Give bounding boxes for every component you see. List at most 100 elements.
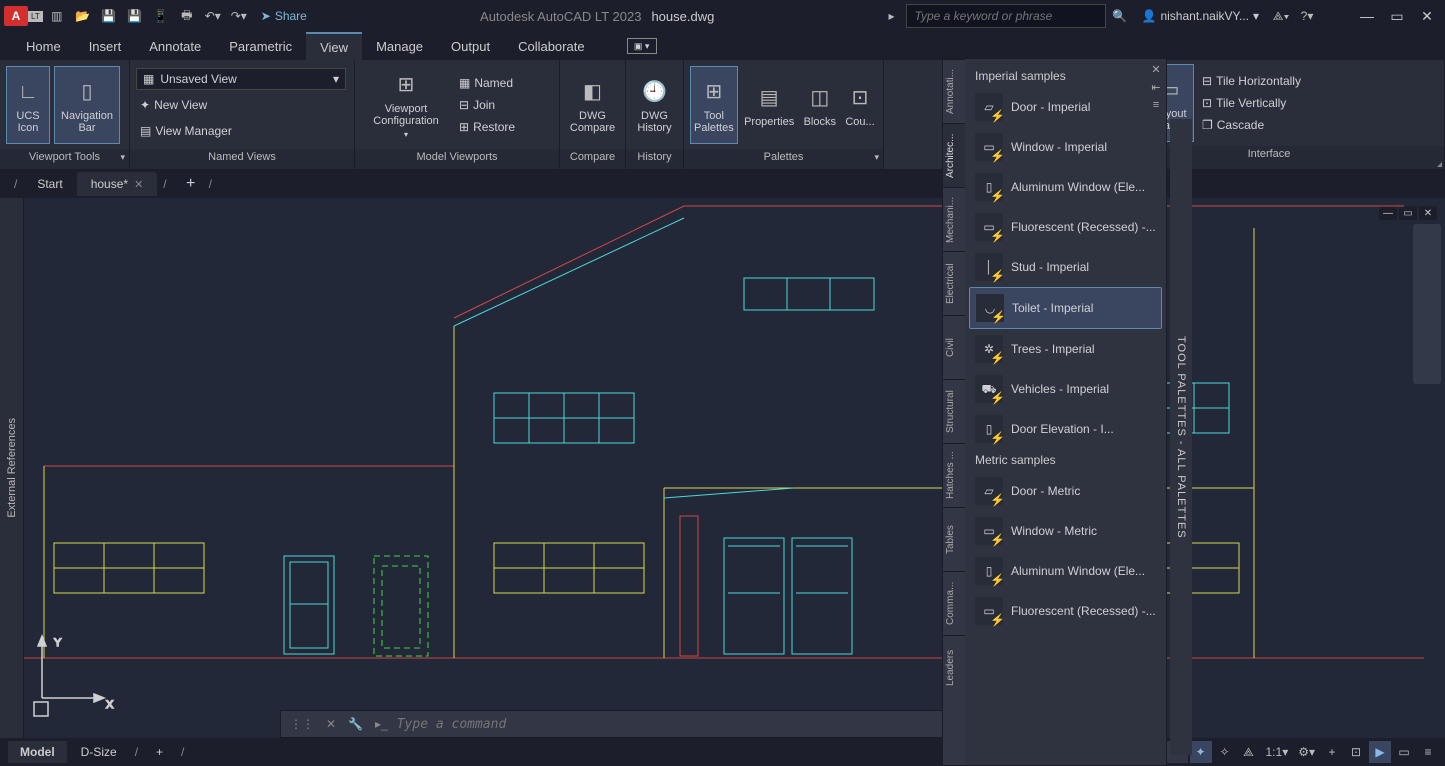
status-ortho-icon[interactable]: ✦	[1190, 741, 1212, 763]
palette-tab-annotation[interactable]: Annotati...	[943, 59, 965, 123]
minimize-button[interactable]: ―	[1353, 2, 1381, 30]
share-button[interactable]: ➤ Share	[253, 9, 315, 23]
named-viewports-button[interactable]: ▦Named	[455, 72, 519, 94]
navigation-bar-button[interactable]: ▯ Navigation Bar	[54, 66, 120, 144]
palette-item[interactable]: ▭⚡Fluorescent (Recessed) -...	[969, 591, 1162, 631]
tool-palettes-button[interactable]: ⊞ Tool Palettes	[690, 66, 738, 144]
status-polar-icon[interactable]: ✧	[1214, 741, 1236, 763]
view-manager-button[interactable]: ▤View Manager	[136, 120, 236, 142]
palette-menu-icon[interactable]: ≡	[1148, 97, 1164, 113]
user-menu[interactable]: 👤 nishant.naikVY...▾	[1134, 9, 1268, 23]
qat-redo-icon[interactable]: ↷▾	[227, 4, 251, 28]
palette-item[interactable]: ◡⚡Toilet - Imperial	[969, 287, 1162, 329]
cascade-button[interactable]: ❐Cascade	[1198, 114, 1305, 136]
palette-item[interactable]: ✲⚡Trees - Imperial	[969, 329, 1162, 369]
tile-vertical-button[interactable]: ⊡Tile Vertically	[1198, 92, 1305, 114]
restore-button[interactable]: ▭	[1383, 2, 1411, 30]
palette-tab-hatches[interactable]: Hatches ...	[943, 443, 965, 507]
palette-tab-civil[interactable]: Civil	[943, 315, 965, 379]
tab-collaborate[interactable]: Collaborate	[504, 32, 599, 60]
tab-insert[interactable]: Insert	[75, 32, 136, 60]
palette-item-label: Vehicles - Imperial	[1011, 382, 1109, 396]
dwg-history-button[interactable]: 🕘 DWG History	[632, 66, 677, 144]
status-iso-icon[interactable]: ⟁	[1238, 741, 1260, 763]
properties-button[interactable]: ▤ Properties	[742, 66, 797, 144]
tab-view[interactable]: View	[306, 32, 362, 60]
file-tab-house[interactable]: house* ✕	[77, 172, 158, 196]
palette-tab-structural[interactable]: Structural	[943, 379, 965, 443]
palette-close-icon[interactable]: ✕	[1148, 61, 1164, 77]
close-tab-icon[interactable]: ✕	[134, 178, 143, 191]
tab-annotate[interactable]: Annotate	[135, 32, 215, 60]
app-icon[interactable]: A	[4, 6, 28, 26]
autodesk-app-icon[interactable]: ⟁▾	[1269, 4, 1293, 28]
palette-item[interactable]: ▭⚡Fluorescent (Recessed) -...	[969, 207, 1162, 247]
palette-pin-icon[interactable]: ⇤	[1148, 79, 1164, 95]
layout-tab-model[interactable]: Model	[8, 741, 67, 763]
tab-home[interactable]: Home	[12, 32, 75, 60]
cmd-grip-icon[interactable]: ⋮⋮	[287, 717, 317, 731]
search-icon[interactable]: 🔍	[1108, 4, 1132, 28]
featured-apps-toggle[interactable]: ▣ ▾	[627, 38, 657, 54]
panel-palettes[interactable]: Palettes▾	[684, 149, 883, 169]
tab-parametric[interactable]: Parametric	[215, 32, 306, 60]
dwg-compare-button[interactable]: ◧ DWG Compare	[566, 66, 619, 144]
palette-tab-command[interactable]: Comma...	[943, 571, 965, 635]
qat-web-icon[interactable]: 📱	[149, 4, 173, 28]
join-viewports-button[interactable]: ⊟Join	[455, 94, 519, 116]
palette-item[interactable]: ⛟⚡Vehicles - Imperial	[969, 369, 1162, 409]
layout-tab-add[interactable]: +	[144, 741, 175, 763]
blocks-button[interactable]: ◫ Blocks	[801, 66, 839, 144]
palette-tab-architectural[interactable]: Architec...	[943, 123, 965, 187]
restore-viewports-button[interactable]: ⊞Restore	[455, 116, 519, 138]
tile-horizontal-button[interactable]: ⊟Tile Horizontally	[1198, 70, 1305, 92]
search-caret-icon[interactable]: ▸	[880, 4, 904, 28]
qat-open-icon[interactable]: 📂	[71, 4, 95, 28]
count-button[interactable]: ⊡ Cou...	[843, 66, 877, 144]
palette-item[interactable]: ▯⚡Door Elevation - I...	[969, 409, 1162, 449]
status-hardware-icon[interactable]: ▶	[1369, 741, 1391, 763]
status-scale[interactable]: 1:1▾	[1262, 741, 1293, 763]
search-input[interactable]	[906, 4, 1106, 28]
palette-item[interactable]: ▭⚡Window - Metric	[969, 511, 1162, 551]
palette-body[interactable]: Imperial samples ▱⚡Door - Imperial▭⚡Wind…	[965, 59, 1166, 765]
file-tab-start[interactable]: Start	[23, 172, 76, 196]
palette-title[interactable]: TOOL PALETTES - ALL PALETTES	[1170, 119, 1192, 755]
qat-save-icon[interactable]: 💾	[97, 4, 121, 28]
tool-palette[interactable]: Annotati... Architec... Mechani... Elect…	[942, 58, 1167, 766]
palette-tab-electrical[interactable]: Electrical	[943, 251, 965, 315]
cmd-close-icon[interactable]: ✕	[323, 717, 339, 731]
palette-item[interactable]: ▯⚡Aluminum Window (Ele...	[969, 167, 1162, 207]
panel-viewport-tools[interactable]: Viewport Tools▾	[0, 149, 129, 169]
palette-item[interactable]: ▱⚡Door - Metric	[969, 471, 1162, 511]
help-icon[interactable]: ?▾	[1295, 4, 1319, 28]
palette-item[interactable]: ▯⚡Aluminum Window (Ele...	[969, 551, 1162, 591]
tab-output[interactable]: Output	[437, 32, 504, 60]
palette-tab-mechanical[interactable]: Mechani...	[943, 187, 965, 251]
qat-saveas-icon[interactable]: 💾	[123, 4, 147, 28]
status-menu-icon[interactable]: ≡	[1417, 741, 1439, 763]
status-clean-icon[interactable]: ▭	[1393, 741, 1415, 763]
qat-plot-icon[interactable]: 🖶	[175, 4, 199, 28]
new-view-button[interactable]: ✦New View	[136, 94, 211, 116]
view-combo[interactable]: ▦ Unsaved View ▾	[136, 68, 346, 90]
close-button[interactable]: ✕	[1413, 2, 1441, 30]
cmd-customize-icon[interactable]: 🔧	[345, 717, 366, 731]
palette-tab-leaders[interactable]: Leaders	[943, 635, 965, 699]
palette-item[interactable]: ▭⚡Window - Imperial	[969, 127, 1162, 167]
ucs-icon-button[interactable]: ∟ UCS Icon	[6, 66, 50, 144]
palette-tab-tables[interactable]: Tables	[943, 507, 965, 571]
status-add-icon[interactable]: +	[1321, 741, 1343, 763]
new-tab-button[interactable]: +	[179, 172, 203, 196]
qat-undo-icon[interactable]: ↶▾	[201, 4, 225, 28]
status-gear-icon[interactable]: ⚙▾	[1294, 741, 1319, 763]
palette-item[interactable]: ▱⚡Door - Imperial	[969, 87, 1162, 127]
drawing-canvas[interactable]: — ▭ ✕	[24, 198, 1445, 738]
layout-tab-dsize[interactable]: D-Size	[69, 741, 129, 763]
external-references-panel[interactable]: External References	[0, 198, 24, 738]
tab-manage[interactable]: Manage	[362, 32, 437, 60]
status-units-icon[interactable]: ⊡	[1345, 741, 1367, 763]
viewport-config-button[interactable]: ⊞ Viewport Configuration▾	[361, 66, 451, 144]
palette-item[interactable]: │⚡Stud - Imperial	[969, 247, 1162, 287]
qat-new-icon[interactable]: ▥	[45, 4, 69, 28]
